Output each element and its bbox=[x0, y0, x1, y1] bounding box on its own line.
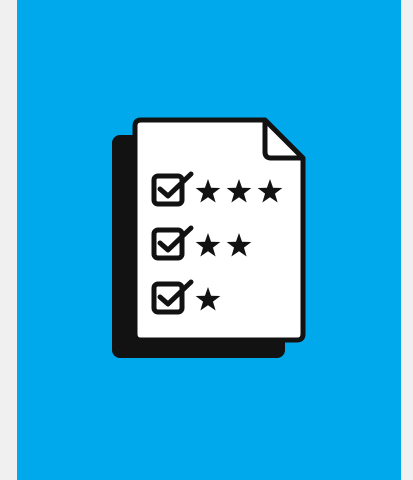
rating-checklist-document-icon bbox=[17, 0, 401, 480]
icon-panel bbox=[17, 0, 401, 480]
